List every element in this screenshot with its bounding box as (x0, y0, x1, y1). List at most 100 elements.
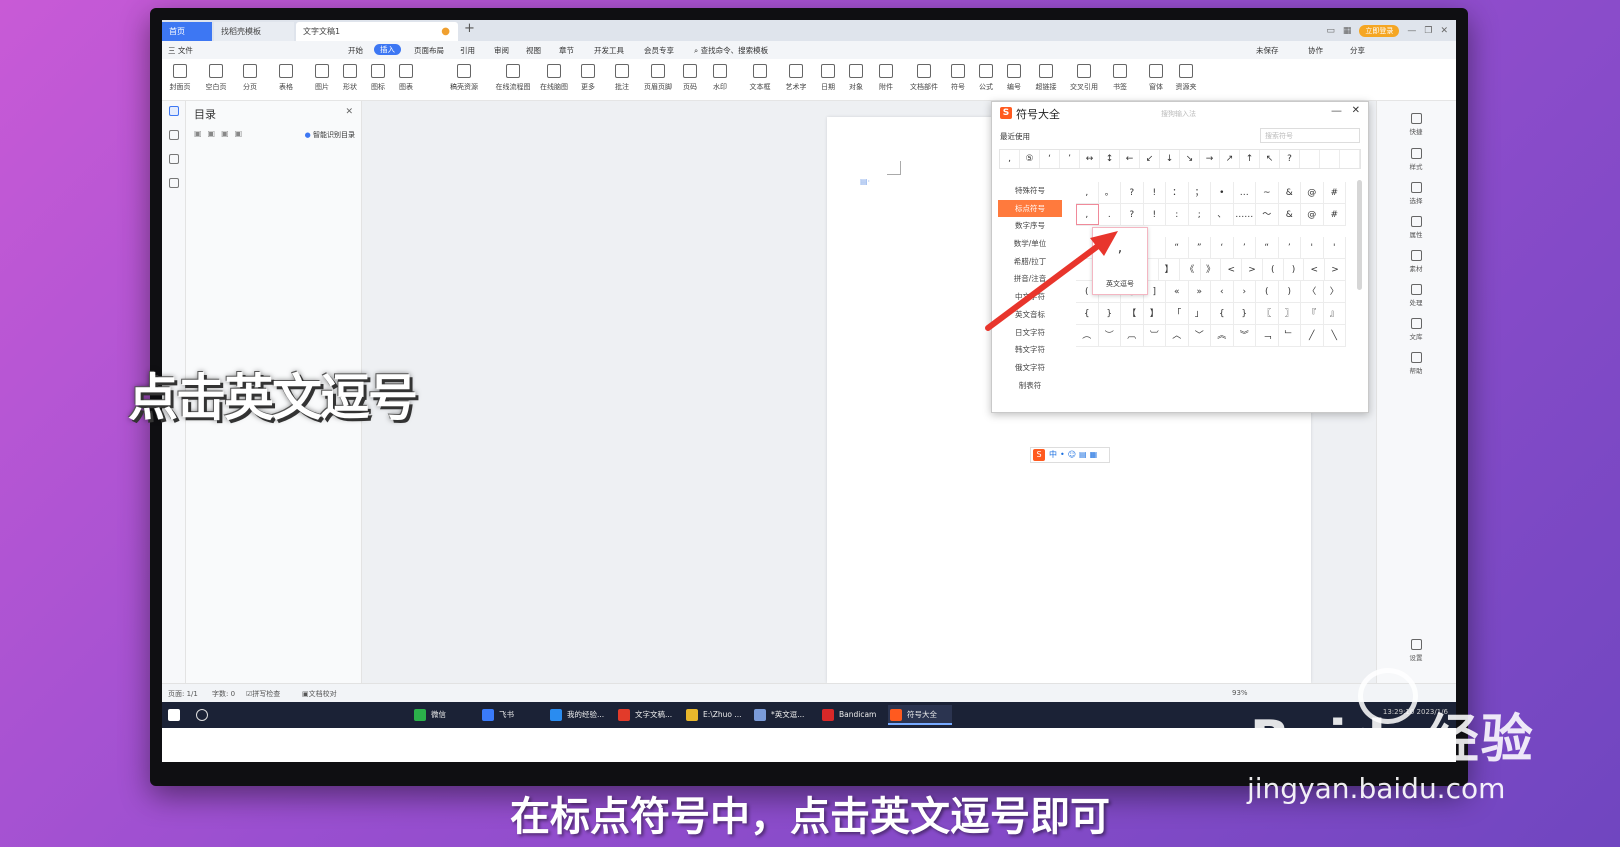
symbol-cell[interactable]: ： (1166, 182, 1189, 203)
symbol-cell[interactable]: : (1166, 204, 1189, 225)
ribbon-resources[interactable]: 稿壳资源 (446, 62, 482, 92)
search-taskbar-button[interactable] (194, 705, 213, 725)
bookmark-nav-icon[interactable] (169, 154, 179, 164)
symbol-cell[interactable]: . (1099, 204, 1121, 225)
category-item[interactable]: 特殊符号 (998, 182, 1062, 200)
recent-symbol[interactable]: , (1000, 150, 1020, 168)
ribbon-table[interactable]: 表格 (268, 62, 304, 92)
tab-home[interactable]: 首页 (162, 22, 212, 41)
symbol-cell[interactable]: 】 (1144, 303, 1166, 324)
symbol-cell[interactable]: 『 (1301, 303, 1324, 324)
english-comma-cell[interactable]: , (1076, 204, 1099, 225)
category-item[interactable]: 制表符 (998, 377, 1062, 395)
symbol-cell[interactable]: “ (1166, 237, 1189, 258)
ribbon-cross-ref[interactable]: 交叉引用 (1062, 62, 1106, 92)
symbol-cell[interactable]: 〈 (1301, 281, 1324, 302)
symbol-cell[interactable]: • (1211, 182, 1234, 203)
symbol-cell[interactable]: 》 (1201, 259, 1222, 280)
symbol-cell[interactable]: ? (1121, 182, 1144, 203)
recent-symbol[interactable]: ’ (1060, 150, 1080, 168)
symbol-cell[interactable]: 』 (1324, 303, 1346, 324)
symbol-cell[interactable]: ( (1256, 281, 1279, 302)
share-button[interactable]: 分享 (1350, 45, 1365, 56)
symbol-cell[interactable]: # (1324, 204, 1346, 225)
recent-symbol[interactable]: ↗ (1220, 150, 1240, 168)
symbol-cell[interactable]: ﹂ (1279, 325, 1301, 346)
symbol-cell[interactable]: ︾ (1234, 325, 1256, 346)
symbol-cell[interactable]: 】 (1159, 259, 1180, 280)
symbol-cell[interactable]: ︽ (1211, 325, 1234, 346)
symbol-cell[interactable]: < (1304, 259, 1326, 280)
menu-devtools[interactable]: 开发工具 (594, 45, 624, 56)
symbol-cell[interactable]: ︵ (1076, 325, 1099, 346)
menu-insert[interactable]: 插入 (374, 44, 401, 55)
tab-templates[interactable]: 找稻壳模板 (214, 22, 294, 41)
symbol-cell[interactable]: ﹁ (1256, 325, 1279, 346)
category-item[interactable]: 英文音标 (998, 306, 1062, 324)
symbol-cell[interactable]: > (1242, 259, 1263, 280)
minimize-icon[interactable]: — (1407, 26, 1416, 36)
restore-icon[interactable]: ❐ (1424, 26, 1432, 36)
symbol-cell[interactable]: 」 (1189, 303, 1211, 324)
category-item[interactable]: 俄文字符 (998, 359, 1062, 377)
ribbon-textbox[interactable]: 文本框 (742, 62, 778, 92)
ribbon-comment[interactable]: 批注 (604, 62, 640, 92)
ribbon-cover-page[interactable]: 封面页 (162, 62, 198, 92)
ime-toolbar[interactable]: S 中•☺▤▦ (1030, 447, 1110, 463)
category-item[interactable]: 数学/单位 (998, 235, 1062, 253)
ribbon-header-footer[interactable]: 页眉页脚 (640, 62, 676, 92)
symbol-cell[interactable]: ︺ (1144, 325, 1166, 346)
menu-start[interactable]: 开始 (348, 45, 363, 56)
right-select[interactable]: 选择 (1398, 182, 1434, 205)
right-properties[interactable]: 属性 (1398, 216, 1434, 239)
taskbar-app[interactable]: Bandicam (820, 705, 884, 725)
symbol-cell[interactable]: { (1211, 303, 1234, 324)
menu-review[interactable]: 审阅 (494, 45, 509, 56)
menu-reference[interactable]: 引用 (460, 45, 475, 56)
symbol-cell[interactable]: ╱ (1301, 325, 1324, 346)
recent-symbol[interactable] (1340, 150, 1360, 168)
dialog-close-icon[interactable]: ✕ (1352, 105, 1360, 116)
symbol-cell[interactable]: & (1279, 182, 1301, 203)
symbol-cell[interactable]: » (1189, 281, 1211, 302)
category-item[interactable]: 拼音/注音 (998, 270, 1062, 288)
find-icon[interactable] (169, 178, 179, 188)
word-count[interactable]: 字数: 0 (212, 689, 235, 699)
recent-symbol[interactable]: ↙ (1140, 150, 1160, 168)
symbol-cell[interactable]: ” (1189, 237, 1211, 258)
category-item[interactable]: 希腊/拉丁 (998, 253, 1062, 271)
close-window-icon[interactable]: ✕ (1440, 26, 1448, 36)
symbol-cell[interactable]: @ (1301, 204, 1324, 225)
recent-symbol[interactable]: ‘ (1040, 150, 1060, 168)
menu-chapter[interactable]: 章节 (559, 45, 574, 56)
symbol-cell[interactable]: ? (1121, 204, 1144, 225)
symbol-cell[interactable]: 「 (1166, 303, 1189, 324)
symbol-cell[interactable]: …… (1234, 204, 1256, 225)
command-search[interactable]: ⌕ 查找命令、搜索模板 (694, 45, 768, 56)
right-library[interactable]: 文库 (1398, 318, 1434, 341)
symbol-cell[interactable]: ︿ (1166, 325, 1189, 346)
symbol-cell[interactable]: ╲ (1324, 325, 1346, 346)
category-item[interactable]: 数字序号 (998, 217, 1062, 235)
doc-proof[interactable]: ▣文档校对 (302, 689, 337, 699)
ribbon-resource-folder[interactable]: 资源夹 (1168, 62, 1204, 92)
symbol-cell[interactable]: ’ (1279, 237, 1301, 258)
symbol-cell[interactable]: } (1099, 303, 1121, 324)
symbol-cell[interactable]: ’ (1234, 237, 1256, 258)
symbol-cell[interactable]: & (1279, 204, 1301, 225)
zoom-level[interactable]: 93% (1232, 689, 1248, 697)
symbol-cell[interactable]: 〗 (1279, 303, 1301, 324)
start-button[interactable] (166, 705, 185, 725)
symbol-cell[interactable]: ! (1144, 204, 1166, 225)
menu-member[interactable]: 会员专享 (644, 45, 674, 56)
ribbon-flowchart[interactable]: 在线流程图 (490, 62, 536, 92)
recent-symbol[interactable]: ← (1120, 150, 1140, 168)
ribbon-wordart[interactable]: 艺术字 (778, 62, 814, 92)
symbol-cell[interactable]: ~ (1256, 182, 1279, 203)
login-button[interactable]: 立即登录 (1359, 24, 1400, 37)
new-tab-button[interactable]: + (464, 21, 475, 36)
recent-symbol[interactable]: → (1200, 150, 1220, 168)
category-item[interactable]: 日文字符 (998, 324, 1062, 342)
symbol-cell[interactable]: ； (1189, 182, 1211, 203)
recent-symbol[interactable]: ↓ (1160, 150, 1180, 168)
